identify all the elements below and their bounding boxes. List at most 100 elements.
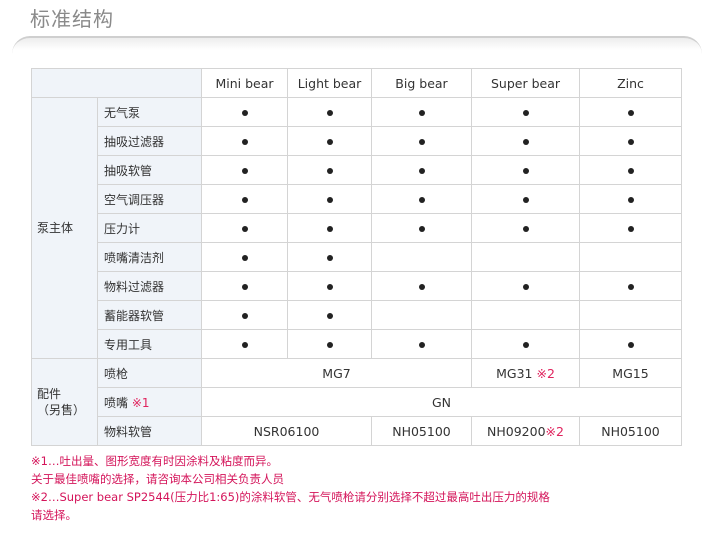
- accessory-row-nozzle: 喷嘴 ※1 GN: [32, 387, 682, 417]
- row-label: 专用工具: [97, 329, 202, 359]
- mark-cell: [579, 271, 682, 301]
- main-row: 抽吸过滤器: [32, 126, 682, 156]
- mark-cell: [579, 242, 682, 272]
- bullet-icon: [418, 283, 425, 290]
- row-label: 压力计: [97, 213, 202, 243]
- mark-cell: [201, 300, 288, 330]
- bullet-icon: [241, 167, 248, 174]
- bullet-icon: [326, 225, 333, 232]
- gun-value-zinc: MG15: [579, 358, 682, 388]
- main-row: 抽吸软管: [32, 155, 682, 185]
- bullet-icon: [326, 254, 333, 261]
- mark-cell: [471, 300, 580, 330]
- bullet-icon: [627, 196, 634, 203]
- bullet-icon: [241, 341, 248, 348]
- header-model: Light bear: [287, 68, 372, 98]
- bullet-icon: [241, 254, 248, 261]
- bullet-icon: [418, 341, 425, 348]
- row-label: 无气泵: [97, 97, 202, 127]
- mark-cell: [201, 271, 288, 301]
- page-title: 标准结构: [30, 7, 114, 31]
- hose-model: NH09200: [487, 423, 546, 439]
- main-row: 专用工具: [32, 329, 682, 359]
- mark-cell: [287, 184, 372, 214]
- group-accessory-label: 配件: [37, 387, 62, 401]
- bullet-icon: [627, 167, 634, 174]
- nozzle-value: GN: [201, 387, 682, 417]
- main-row: 喷嘴清洁剂: [32, 242, 682, 272]
- mark-cell: [201, 97, 288, 127]
- bullet-icon: [241, 196, 248, 203]
- footnote-line: 关于最佳喷嘴的选择，请咨询本公司相关负责人员: [31, 472, 284, 486]
- mark-cell: [579, 184, 682, 214]
- row-label: 抽吸过滤器: [97, 126, 202, 156]
- mark-cell: [287, 242, 372, 272]
- mark-cell: [287, 300, 372, 330]
- mark-cell: [471, 97, 580, 127]
- bullet-icon: [627, 109, 634, 116]
- bullet-icon: [522, 341, 529, 348]
- mark-cell: [579, 155, 682, 185]
- bullet-icon: [418, 109, 425, 116]
- standard-structure-table: Mini bear Light bear Big bear Super bear…: [31, 68, 682, 446]
- footnote-mark: ※2: [545, 423, 564, 439]
- mark-cell: [371, 155, 472, 185]
- mark-cell: [287, 213, 372, 243]
- mark-cell: [371, 271, 472, 301]
- group-accessory: 配件 （另售）: [31, 358, 98, 446]
- bullet-icon: [326, 167, 333, 174]
- mark-cell: [371, 242, 472, 272]
- bullet-icon: [326, 283, 333, 290]
- header-model: Zinc: [579, 68, 682, 98]
- bullet-icon: [522, 225, 529, 232]
- accessory-row-gun: 配件 （另售） 喷枪 MG7 MG31 ※2 MG15: [31, 358, 682, 446]
- main-row: 物料过滤器: [32, 271, 682, 301]
- mark-cell: [371, 126, 472, 156]
- main-row: 蓄能器软管: [32, 300, 682, 330]
- row-label: 喷枪: [97, 358, 202, 388]
- bullet-icon: [522, 283, 529, 290]
- mark-cell: [471, 329, 580, 359]
- mark-cell: [579, 213, 682, 243]
- mark-cell: [579, 329, 682, 359]
- mark-cell: [371, 300, 472, 330]
- header-corner: [31, 68, 202, 98]
- bullet-icon: [627, 138, 634, 145]
- row-label: 蓄能器软管: [97, 300, 202, 330]
- mark-cell: [201, 213, 288, 243]
- bullet-icon: [326, 312, 333, 319]
- nozzle-label: 喷嘴: [104, 395, 129, 410]
- mark-cell: [287, 155, 372, 185]
- footnote-mark: ※2: [536, 365, 555, 381]
- gun-model: MG31: [496, 365, 533, 381]
- mark-cell: [201, 184, 288, 214]
- table-header-row: Mini bear Light bear Big bear Super bear…: [31, 68, 682, 98]
- footnote-mark: ※1: [131, 395, 150, 410]
- mark-cell: [371, 213, 472, 243]
- hose-value: NH05100: [579, 416, 682, 446]
- mark-cell: [579, 97, 682, 127]
- mark-cell: [471, 213, 580, 243]
- gun-value: MG7: [201, 358, 472, 388]
- footnotes: ※1…吐出量、图形宽度有时因涂料及粘度而异。 关于最佳喷嘴的选择，请咨询本公司相…: [31, 452, 691, 524]
- bullet-icon: [418, 225, 425, 232]
- bullet-icon: [522, 138, 529, 145]
- bullet-icon: [627, 225, 634, 232]
- row-label: 物料过滤器: [97, 271, 202, 301]
- footnote-line: 请选择。: [31, 508, 77, 522]
- mark-cell: [471, 155, 580, 185]
- mark-cell: [287, 271, 372, 301]
- mark-cell: [201, 155, 288, 185]
- accessory-row-hose: 物料软管 NSR06100 NH05100 NH09200※2 NH05100: [32, 416, 682, 446]
- bullet-icon: [241, 283, 248, 290]
- main-row: 空气调压器: [32, 184, 682, 214]
- bullet-icon: [326, 138, 333, 145]
- mark-cell: [471, 242, 580, 272]
- mark-cell: [287, 126, 372, 156]
- mark-cell: [579, 300, 682, 330]
- header-model: Super bear: [471, 68, 580, 98]
- mark-cell: [371, 184, 472, 214]
- mark-cell: [287, 97, 372, 127]
- hose-value: NH05100: [371, 416, 472, 446]
- mark-cell: [201, 242, 288, 272]
